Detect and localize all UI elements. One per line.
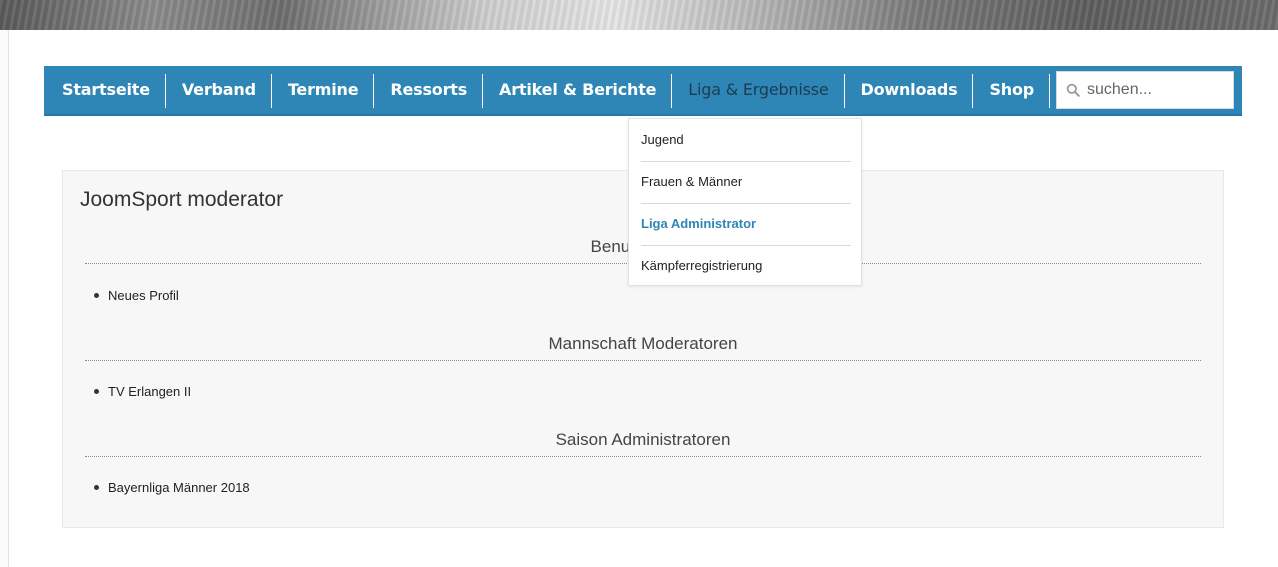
dropdown-item-frauen-maenner[interactable]: Frauen & Männer [641,161,851,204]
list-item-label: Neues Profil [108,288,179,303]
bullet-icon [94,293,99,299]
search-icon [1066,83,1080,97]
search-box [1056,71,1236,109]
nav-item-startseite[interactable]: Startseite [44,66,166,116]
page-left-edge [0,30,9,567]
list-item-label: Bayernliga Männer 2018 [108,480,250,495]
list-item-label: TV Erlangen II [108,384,192,399]
section-heading-mannschaft-moderatoren: Mannschaft Moderatoren [85,334,1201,361]
nav-item-termine[interactable]: Termine [272,66,375,116]
dropdown-item-kaempferregistrierung[interactable]: Kämpferregistrierung [641,245,851,287]
nav-item-downloads[interactable]: Downloads [845,66,974,116]
search-input[interactable] [1083,72,1236,108]
liga-ergebnisse-dropdown: Jugend Frauen & Männer Liga Administrato… [628,118,862,286]
list-item-bayernliga[interactable]: Bayernliga Männer 2018 [94,480,250,495]
bullet-icon [94,389,99,395]
nav-item-liga-ergebnisse[interactable]: Liga & Ergebnisse [672,66,845,116]
header-texture-banner [0,0,1278,30]
dropdown-item-liga-administrator[interactable]: Liga Administrator [641,203,851,246]
nav-items: Startseite Verband Termine Ressorts Arti… [44,66,1050,116]
main-navbar: Startseite Verband Termine Ressorts Arti… [44,66,1242,116]
section-heading-saison-administratoren: Saison Administratoren [85,430,1201,457]
nav-item-shop[interactable]: Shop [973,66,1050,116]
list-item-tv-erlangen[interactable]: TV Erlangen II [94,384,191,399]
list-item-neues-profil[interactable]: Neues Profil [94,288,179,303]
nav-item-ressorts[interactable]: Ressorts [374,66,483,116]
nav-item-verband[interactable]: Verband [166,66,272,116]
nav-item-artikel-berichte[interactable]: Artikel & Berichte [483,66,673,116]
panel-title: JoomSport moderator [80,188,284,211]
dropdown-item-jugend[interactable]: Jugend [641,119,851,162]
bullet-icon [94,485,99,491]
